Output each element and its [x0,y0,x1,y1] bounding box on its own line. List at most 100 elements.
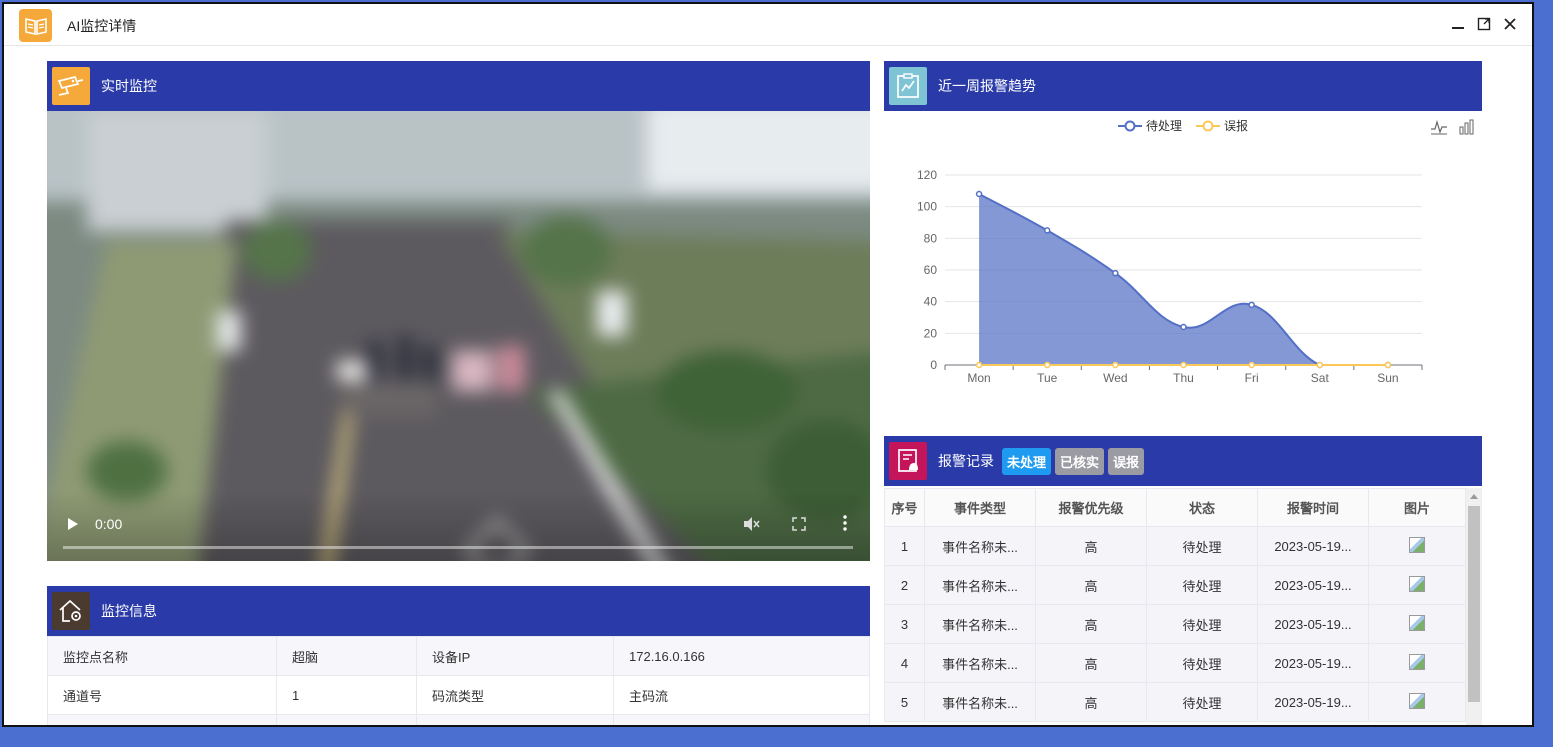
broken-image-icon[interactable] [1409,653,1425,670]
monitor-info-title: 监控信息 [101,603,157,619]
y-tick-label: 80 [924,231,938,245]
x-tick-label: Sat [1311,371,1330,385]
alarm-scrollbar[interactable] [1466,488,1482,725]
table-cell: 事件名称未... [924,565,1036,605]
info-row [47,714,870,725]
table-cell: 事件名称未... [924,682,1036,722]
table-cell: 2 [884,565,925,605]
table-cell: 高 [1035,604,1147,644]
data-point [975,190,983,198]
broken-image-icon[interactable] [1409,536,1425,553]
table-row[interactable]: 1 事件名称未... 高待处理 2023-05-19... [884,526,1466,566]
video-time: 0:00 [95,516,123,532]
broken-image-icon[interactable] [1409,575,1425,592]
tab-unprocessed[interactable]: 未处理 [1002,447,1052,475]
info-label: 设备IP [416,636,614,676]
table-row[interactable]: 4 事件名称未... 高待处理 2023-05-19... [884,643,1466,683]
broken-image-icon[interactable] [1409,614,1425,631]
video-controls: 0:00 [47,491,870,561]
data-point [1316,361,1324,369]
table-cell [1368,682,1466,722]
table-cell: 2023-05-19... [1257,565,1369,605]
table-row[interactable]: 5 事件名称未... 高待处理 2023-05-19... [884,682,1466,722]
y-tick-label: 120 [917,168,937,182]
data-point [1384,361,1392,369]
legend-line-marker [1196,120,1220,131]
title-bar: AI监控详情 [4,4,1532,46]
data-point [1248,361,1255,369]
column-header: 事件类型 [924,488,1036,527]
live-monitor-header: 实时监控 [47,61,870,111]
table-cell: 事件名称未... [924,643,1036,683]
table-cell: 高 [1035,682,1147,722]
table-row[interactable]: 3 事件名称未... 高待处理 2023-05-19... [884,604,1466,644]
info-value: 172.16.0.166 [613,636,870,676]
data-point [1248,301,1255,309]
close-button[interactable] [1500,14,1520,34]
data-point [975,361,983,369]
info-row: 通道号 1 码流类型 主码流 [47,675,870,715]
minimize-button[interactable] [1448,14,1468,34]
tab-verified[interactable]: 已核实 [1055,447,1105,475]
window-title: AI监控详情 [67,18,137,34]
x-tick-label: Wed [1103,371,1127,385]
trend-header: 近一周报警趋势 [884,61,1482,111]
table-cell: 高 [1035,526,1147,566]
table-cell: 1 [884,526,925,566]
table-cell [1368,643,1466,683]
data-point [1112,269,1119,277]
x-tick-label: Mon [967,371,990,385]
table-cell: 待处理 [1146,604,1258,644]
column-header: 报警优先级 [1035,488,1147,527]
table-cell: 高 [1035,643,1147,683]
x-tick-label: Thu [1173,371,1194,385]
trend-chart: 待处理 误报 0 20 40 60 80 100 120 Mon Tue Wed Thu Fri Sat… [884,111,1482,431]
y-tick-label: 20 [924,326,938,340]
more-vertical-icon [843,515,847,531]
table-cell: 2023-05-19... [1257,682,1369,722]
play-button[interactable] [67,517,79,536]
data-point [1112,361,1119,369]
close-icon [1504,18,1516,30]
progress-bar[interactable] [63,546,853,549]
table-row[interactable]: 2 事件名称未... 高待处理 2023-05-19... [884,565,1466,605]
table-cell [1368,604,1466,644]
app-window: AI监控详情 实时监控 0:00 监控信息 监控点名称 超脑 设备IP 172.… [2,2,1534,727]
scroll-thumb[interactable] [1468,506,1480,702]
maximize-icon [1477,17,1491,31]
table-cell: 待处理 [1146,526,1258,566]
legend-line-marker [1117,120,1142,131]
y-tick-label: 60 [924,263,938,277]
column-header: 序号 [884,488,925,527]
x-tick-label: Fri [1245,371,1259,385]
y-tick-label: 0 [930,358,937,372]
table-cell: 待处理 [1146,643,1258,683]
broken-image-icon[interactable] [1409,692,1425,709]
live-monitor-title: 实时监控 [101,78,157,94]
table-cell: 事件名称未... [924,604,1036,644]
y-tick-label: 40 [924,295,938,309]
data-point [1180,323,1187,331]
table-cell: 高 [1035,565,1147,605]
mute-button[interactable] [742,516,760,537]
volume-muted-icon [744,517,760,531]
chart-report-icon [889,67,927,105]
alarm-table-container: 序号 事件类型 报警优先级 状态 报警时间 图片 1 事件名称未... 高待处理 20… [884,488,1482,725]
table-cell [1368,526,1466,566]
table-cell [1368,565,1466,605]
alarm-header: 报警记录 未处理 已核实 误报 [884,436,1482,486]
tab-false-alarm[interactable]: 误报 [1108,447,1145,475]
trend-title: 近一周报警趋势 [938,78,1036,94]
monitor-info-header: 监控信息 [47,586,870,636]
video-player[interactable]: 0:00 [47,111,870,561]
fullscreen-button[interactable] [792,517,806,536]
info-row: 监控点名称 超脑 设备IP 172.16.0.166 [47,636,870,676]
maximize-button[interactable] [1474,14,1494,34]
camera-icon [52,67,90,105]
y-tick-label: 100 [917,200,937,214]
table-cell: 2023-05-19... [1257,526,1369,566]
play-icon [68,518,78,530]
more-options-button[interactable] [843,515,847,536]
info-value: 主码流 [613,675,870,715]
table-cell: 5 [884,682,925,722]
